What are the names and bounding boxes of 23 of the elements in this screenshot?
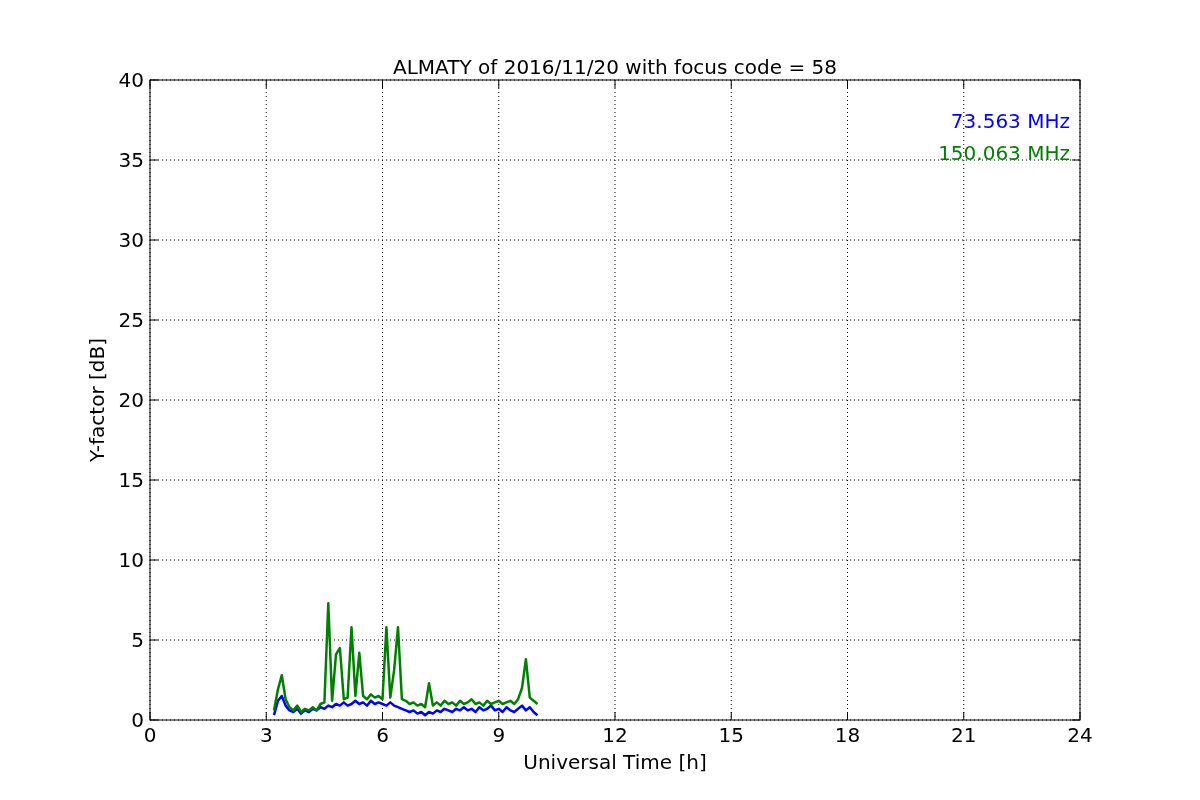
legend-label: 150.063 MHz xyxy=(938,141,1070,165)
tick-label: 35 xyxy=(118,148,144,172)
tick-label: 30 xyxy=(118,228,144,252)
legend-label: 73.563 MHz xyxy=(950,109,1070,133)
tick-label: 0 xyxy=(131,708,144,732)
tick-label: 10 xyxy=(118,548,144,572)
axis-label: Y-factor [dB] xyxy=(85,338,109,462)
tick-label: 5 xyxy=(131,628,144,652)
tick-label: 18 xyxy=(834,723,861,747)
tick-label: 40 xyxy=(118,68,144,92)
tick-label: 20 xyxy=(118,388,144,412)
tick-label: 3 xyxy=(259,723,273,747)
axis-label: Universal Time [h] xyxy=(523,750,707,774)
tick-label: 0 xyxy=(143,723,157,747)
tick-label: 15 xyxy=(118,468,144,492)
tick-label: 9 xyxy=(492,723,506,747)
tick-label: 24 xyxy=(1067,723,1093,747)
tick-label: 15 xyxy=(718,723,744,747)
tick-label: 25 xyxy=(118,308,144,332)
tick-label: 6 xyxy=(376,723,389,747)
tick-label: 21 xyxy=(951,723,977,747)
chart-title: ALMATY of 2016/11/20 with focus code = 58 xyxy=(393,55,837,79)
tick-label: 12 xyxy=(602,723,628,747)
